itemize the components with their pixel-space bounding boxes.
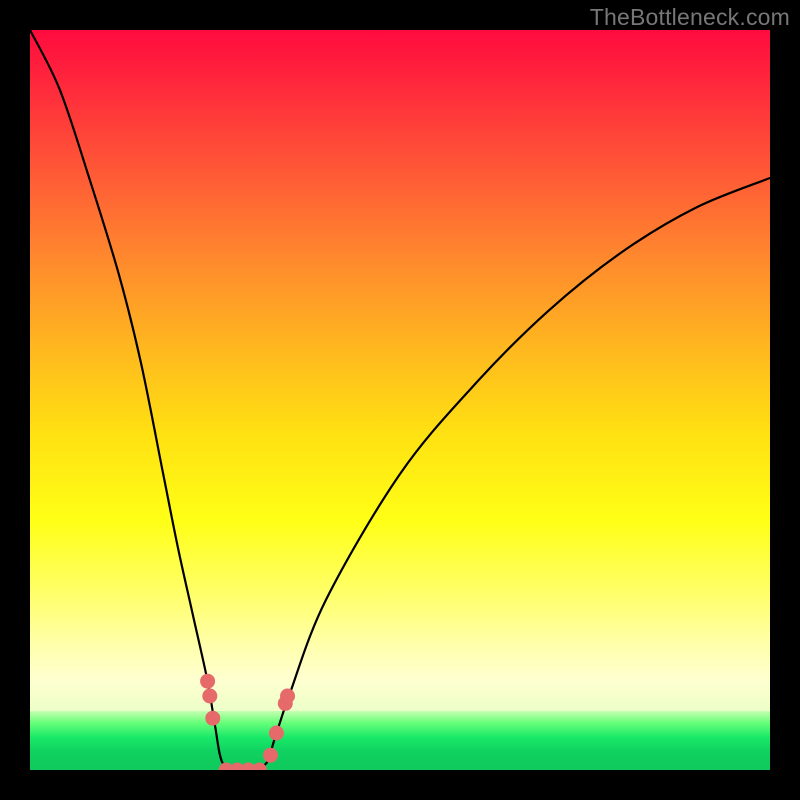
data-marker — [269, 726, 284, 741]
data-marker — [202, 689, 217, 704]
chart-frame: TheBottleneck.com — [0, 0, 800, 800]
plot-area — [30, 30, 770, 770]
data-marker — [280, 689, 295, 704]
watermark-label: TheBottleneck.com — [590, 4, 790, 31]
data-marker — [263, 748, 278, 763]
bottleneck-curve — [30, 30, 770, 770]
curve-layer — [30, 30, 770, 770]
data-marker — [205, 711, 220, 726]
data-marker — [200, 674, 215, 689]
